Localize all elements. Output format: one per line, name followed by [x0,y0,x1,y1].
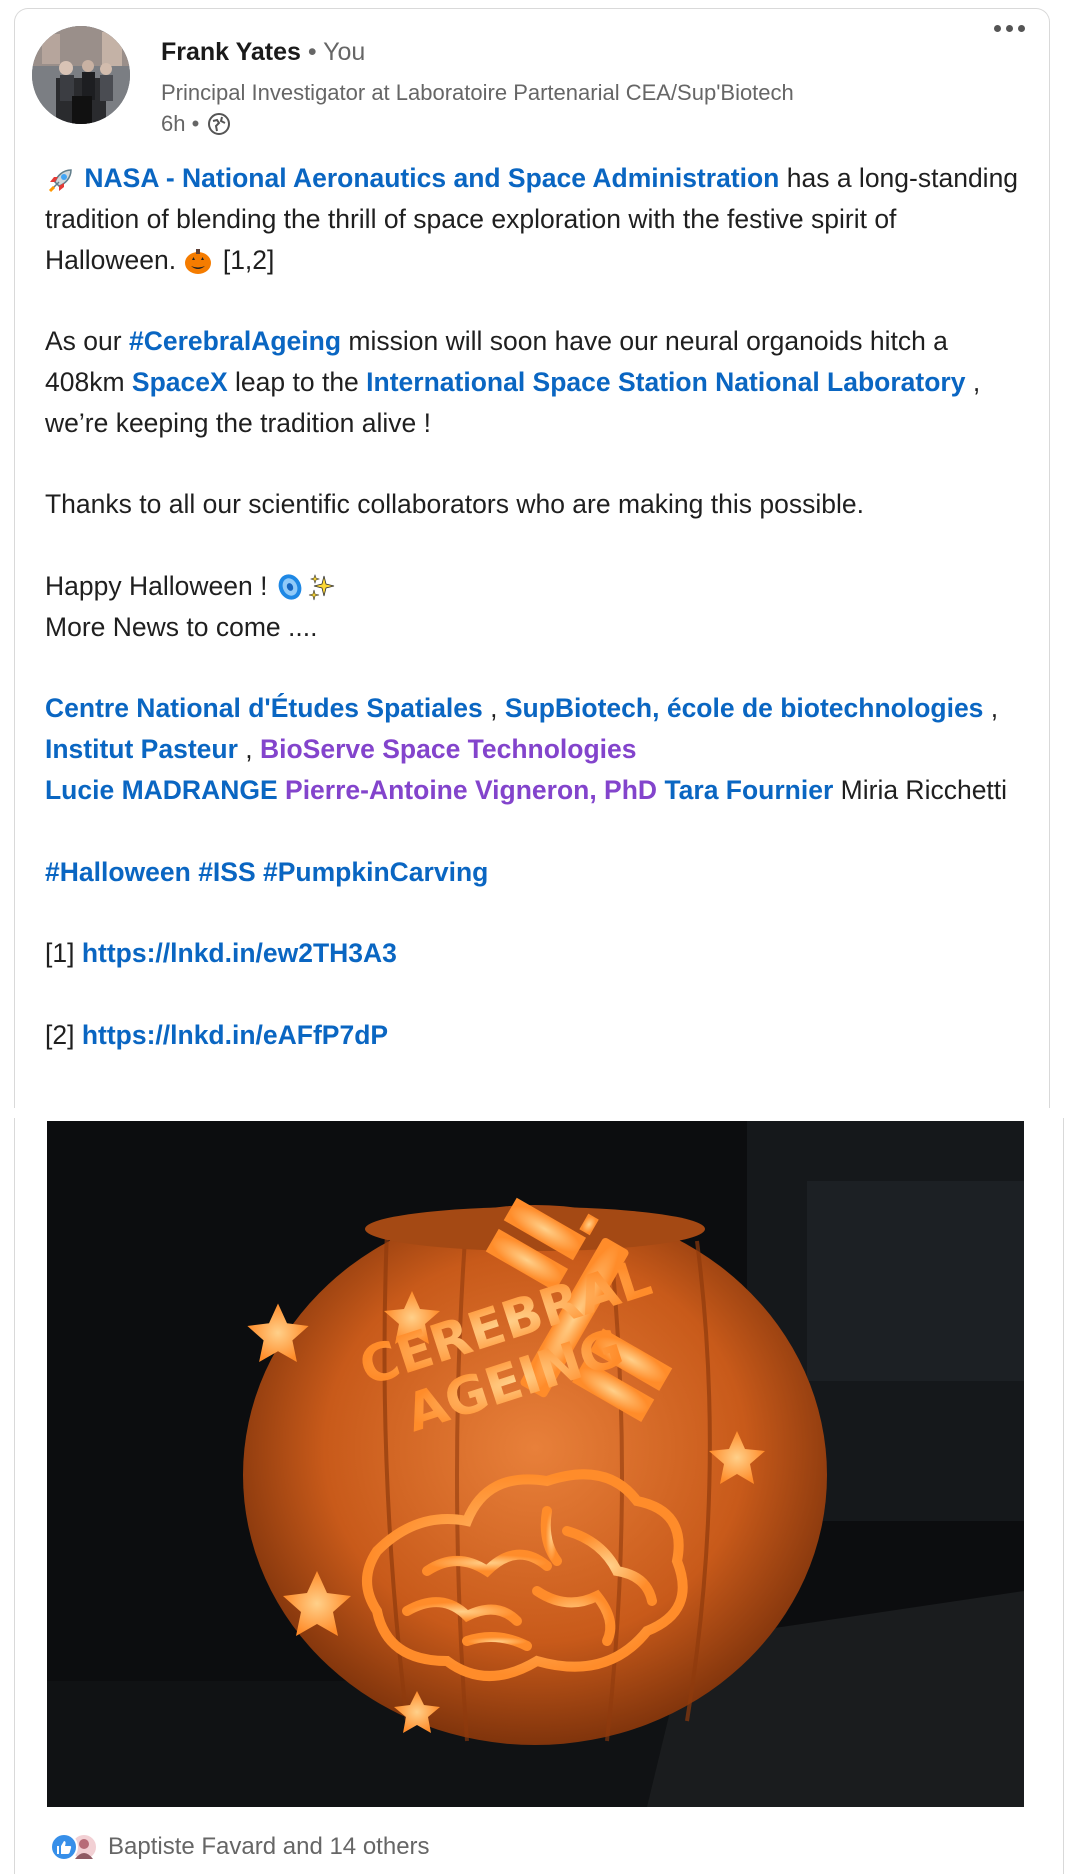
mention-cnes[interactable]: Centre National d'Études Spatiales [45,693,483,723]
reference-label: [1] [45,938,82,969]
mention-nasa[interactable]: NASA - National Aeronautics and Space Ad… [84,163,779,193]
more-options-icon[interactable] [979,10,1039,46]
hashtag-pumpkincarving[interactable]: #PumpkinCarving [263,857,488,887]
like-reaction-icon [50,1833,78,1861]
paragraph-4-text: Happy Halloween ! [45,570,275,601]
globe-icon [207,112,231,136]
brain-organoid-icon [275,572,307,604]
mention-spacex[interactable]: SpaceX [132,367,228,397]
mention-tara-fournier[interactable]: Tara Fournier [664,775,833,805]
author-name[interactable]: Frank Yates [161,38,301,66]
plain-name-miria-ricchetti: Miria Ricchetti [833,774,1008,805]
hashtag-cerebralageing[interactable]: #CerebralAgeing [129,326,341,356]
hashtag-halloween[interactable]: #Halloween [45,857,191,887]
pumpkin-icon [183,246,215,278]
reference-1: [1] https://lnkd.in/ew2TH3A3 [45,933,1025,974]
separator: , [482,693,505,724]
dot [993,24,1001,32]
mention-supbiotech[interactable]: SupBiotech, école de biotechnologies [505,693,984,723]
author-headline: Principal Investigator at Laboratoire Pa… [161,80,794,105]
paragraph-4: Happy Halloween ! More News to come .... [45,566,1025,648]
separator: , [983,693,999,724]
separator: , [237,734,260,765]
author-relation: • You [300,38,366,66]
reaction-count-text[interactable]: Baptiste Favard and 14 others [108,1833,430,1861]
hashtags-line: #Halloween #ISS #PumpkinCarving [45,852,1025,893]
paragraph-2-text: leap to the [227,366,367,397]
paragraph-1-ref: [1,2] [215,244,275,275]
mention-pierre-antoine-vigneron[interactable]: Pierre-Antoine Vigneron, PhD [285,775,657,805]
mention-iss-national-lab[interactable]: International Space Station National Lab… [366,367,965,397]
paragraph-2: As our #CerebralAgeing mission will soon… [45,321,1025,443]
mention-lucie-madrange[interactable]: Lucie MADRANGE [45,775,278,805]
author-name-row: Frank Yates • You [161,38,365,67]
paragraph-1: NASA - National Aeronautics and Space Ad… [45,158,1025,280]
sparkles-icon [307,572,339,604]
mention-institut-pasteur[interactable]: Institut Pasteur [45,734,238,764]
paragraph-4-text: More News to come .... [45,611,318,642]
mention-bioserve[interactable]: BioServe Space Technologies [260,734,637,764]
reference-link-2[interactable]: https://lnkd.in/eAFfP7dP [82,1020,388,1050]
hashtag-iss[interactable]: #ISS [198,857,255,887]
reference-label: [2] [45,1019,82,1050]
reference-2: [2] https://lnkd.in/eAFfP7dP [45,1015,1025,1056]
paragraph-2-text: As our [45,326,129,357]
reaction-icons[interactable] [50,1830,102,1864]
rocket-icon [45,164,77,196]
reference-link-1[interactable]: https://lnkd.in/ew2TH3A3 [82,938,397,968]
post-text: NASA - National Aeronautics and Space Ad… [45,158,1025,1056]
paragraph-5-mentions: Centre National d'Études Spatiales , Sup… [45,688,1025,810]
post-time: 6h • [161,111,200,136]
paragraph-3: Thanks to all our scientific collaborato… [45,489,864,520]
post-image[interactable]: CEREBRAL AGEING [47,1121,1024,1807]
dot [1017,24,1025,32]
reactions-bar: Baptiste Favard and 14 others [50,1830,430,1864]
post-header: Frank Yates • You Principal Investigator… [32,26,1032,136]
post-meta: 6h • [161,110,231,138]
author-avatar[interactable] [32,26,130,124]
dot [1005,24,1013,32]
